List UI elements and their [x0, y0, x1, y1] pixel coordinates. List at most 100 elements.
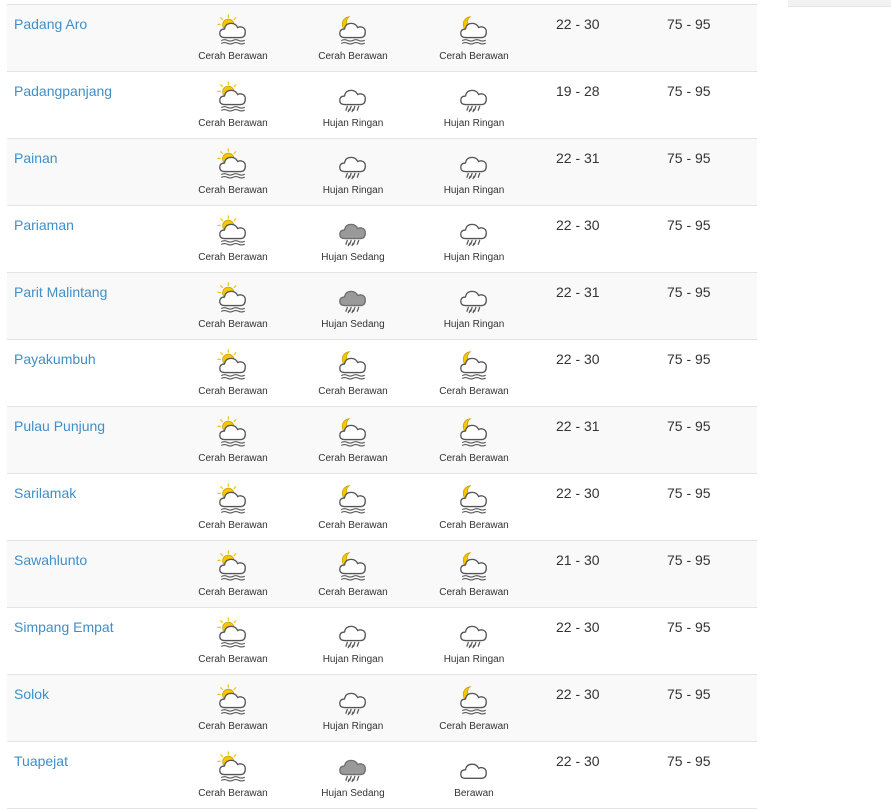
table-row: Painan Cerah Berawan Hujan Ringan Hujan …: [7, 139, 757, 206]
weather-label: Cerah Berawan: [439, 386, 509, 397]
weather-label: Hujan Ringan: [443, 252, 505, 263]
forecast-cell: Hujan Ringan: [429, 214, 519, 263]
weather-label: Hujan Ringan: [322, 185, 384, 196]
moon-cloud-fog-icon: [308, 482, 398, 516]
temperature-range: 22 - 30: [556, 753, 600, 769]
table-row: Padang Aro Cerah Berawan Cerah Berawan C…: [7, 5, 757, 72]
forecast-cell: Cerah Berawan: [188, 214, 278, 263]
temperature-range: 22 - 30: [556, 686, 600, 702]
sun-cloud-fog-icon: [188, 616, 278, 650]
weather-label: Cerah Berawan: [198, 185, 268, 196]
humidity-range: 75 - 95: [667, 351, 711, 367]
weather-label: Hujan Ringan: [322, 654, 384, 665]
sun-cloud-fog-icon: [188, 482, 278, 516]
temperature-range: 22 - 31: [556, 418, 600, 434]
weather-label: Cerah Berawan: [198, 319, 268, 330]
forecast-cell: Cerah Berawan: [188, 683, 278, 732]
forecast-cell: Hujan Ringan: [429, 147, 519, 196]
sun-cloud-fog-icon: [188, 80, 278, 114]
sun-cloud-fog-icon: [188, 281, 278, 315]
city-link[interactable]: Sarilamak: [14, 485, 76, 501]
humidity-range: 75 - 95: [667, 83, 711, 99]
sun-cloud-fog-icon: [188, 750, 278, 784]
humidity-range: 75 - 95: [667, 284, 711, 300]
forecast-cell: Hujan Ringan: [308, 683, 398, 732]
light-rain-icon: [429, 80, 519, 114]
weather-label: Cerah Berawan: [198, 252, 268, 263]
moon-cloud-fog-icon: [429, 482, 519, 516]
forecast-cell: Cerah Berawan: [188, 147, 278, 196]
table-row: Simpang Empat Cerah Berawan Hujan Ringan…: [7, 608, 757, 675]
forecast-cell: Cerah Berawan: [188, 80, 278, 129]
temperature-range: 22 - 30: [556, 217, 600, 233]
weather-label: Hujan Sedang: [321, 788, 385, 799]
forecast-cell: Hujan Ringan: [429, 616, 519, 665]
weather-label: Cerah Berawan: [198, 587, 268, 598]
moon-cloud-fog-icon: [429, 549, 519, 583]
forecast-cell: Cerah Berawan: [188, 616, 278, 665]
forecast-cell: Cerah Berawan: [308, 482, 398, 531]
humidity-range: 75 - 95: [667, 619, 711, 635]
table-row: Parit Malintang Cerah Berawan Hujan Seda…: [7, 273, 757, 340]
city-link[interactable]: Painan: [14, 150, 58, 166]
city-link[interactable]: Solok: [14, 686, 49, 702]
light-rain-icon: [429, 616, 519, 650]
moon-cloud-fog-icon: [429, 415, 519, 449]
weather-label: Hujan Sedang: [321, 319, 385, 330]
light-rain-icon: [308, 147, 398, 181]
city-link[interactable]: Pulau Punjung: [14, 418, 105, 434]
forecast-cell: Cerah Berawan: [188, 13, 278, 62]
weather-label: Cerah Berawan: [198, 788, 268, 799]
forecast-cell: Hujan Ringan: [429, 80, 519, 129]
sun-cloud-fog-icon: [188, 13, 278, 47]
weather-label: Hujan Ringan: [443, 654, 505, 665]
light-rain-icon: [308, 683, 398, 717]
weather-label: Hujan Ringan: [322, 118, 384, 129]
city-link[interactable]: Simpang Empat: [14, 619, 114, 635]
light-rain-icon: [429, 147, 519, 181]
city-link[interactable]: Tuapejat: [14, 753, 68, 769]
weather-label: Cerah Berawan: [439, 453, 509, 464]
moon-cloud-fog-icon: [308, 415, 398, 449]
forecast-cell: Cerah Berawan: [429, 482, 519, 531]
temperature-range: 22 - 31: [556, 284, 600, 300]
table-row: Padangpanjang Cerah Berawan Hujan Ringan…: [7, 72, 757, 139]
forecast-cell: Cerah Berawan: [188, 482, 278, 531]
forecast-cell: Cerah Berawan: [308, 415, 398, 464]
city-link[interactable]: Pariaman: [14, 217, 74, 233]
moderate-rain-icon: [308, 214, 398, 248]
city-link[interactable]: Padang Aro: [14, 16, 87, 32]
table-row: Sarilamak Cerah Berawan Cerah Berawan Ce…: [7, 474, 757, 541]
humidity-range: 75 - 95: [667, 217, 711, 233]
moon-cloud-fog-icon: [308, 549, 398, 583]
forecast-cell: Hujan Ringan: [308, 147, 398, 196]
forecast-cell: Berawan: [429, 750, 519, 799]
table-row: Sawahlunto Cerah Berawan Cerah Berawan C…: [7, 541, 757, 608]
city-link[interactable]: Padangpanjang: [14, 83, 112, 99]
moon-cloud-fog-icon: [429, 683, 519, 717]
weather-label: Cerah Berawan: [198, 118, 268, 129]
forecast-cell: Hujan Sedang: [308, 214, 398, 263]
temperature-range: 22 - 30: [556, 351, 600, 367]
moon-cloud-fog-icon: [308, 348, 398, 382]
light-rain-icon: [429, 214, 519, 248]
forecast-cell: Cerah Berawan: [188, 750, 278, 799]
light-rain-icon: [308, 80, 398, 114]
weather-label: Hujan Ringan: [443, 118, 505, 129]
weather-label: Hujan Ringan: [443, 319, 505, 330]
sidebar-box: [788, 0, 891, 7]
city-link[interactable]: Payakumbuh: [14, 351, 96, 367]
humidity-range: 75 - 95: [667, 418, 711, 434]
city-link[interactable]: Parit Malintang: [14, 284, 107, 300]
humidity-range: 75 - 95: [667, 552, 711, 568]
forecast-cell: Hujan Ringan: [308, 80, 398, 129]
moderate-rain-icon: [308, 750, 398, 784]
moon-cloud-fog-icon: [308, 13, 398, 47]
sun-cloud-fog-icon: [188, 348, 278, 382]
forecast-cell: Cerah Berawan: [429, 415, 519, 464]
weather-label: Cerah Berawan: [198, 51, 268, 62]
weather-label: Berawan: [454, 788, 494, 799]
city-link[interactable]: Sawahlunto: [14, 552, 87, 568]
weather-label: Cerah Berawan: [198, 386, 268, 397]
table-row: Payakumbuh Cerah Berawan Cerah Berawan C…: [7, 340, 757, 407]
